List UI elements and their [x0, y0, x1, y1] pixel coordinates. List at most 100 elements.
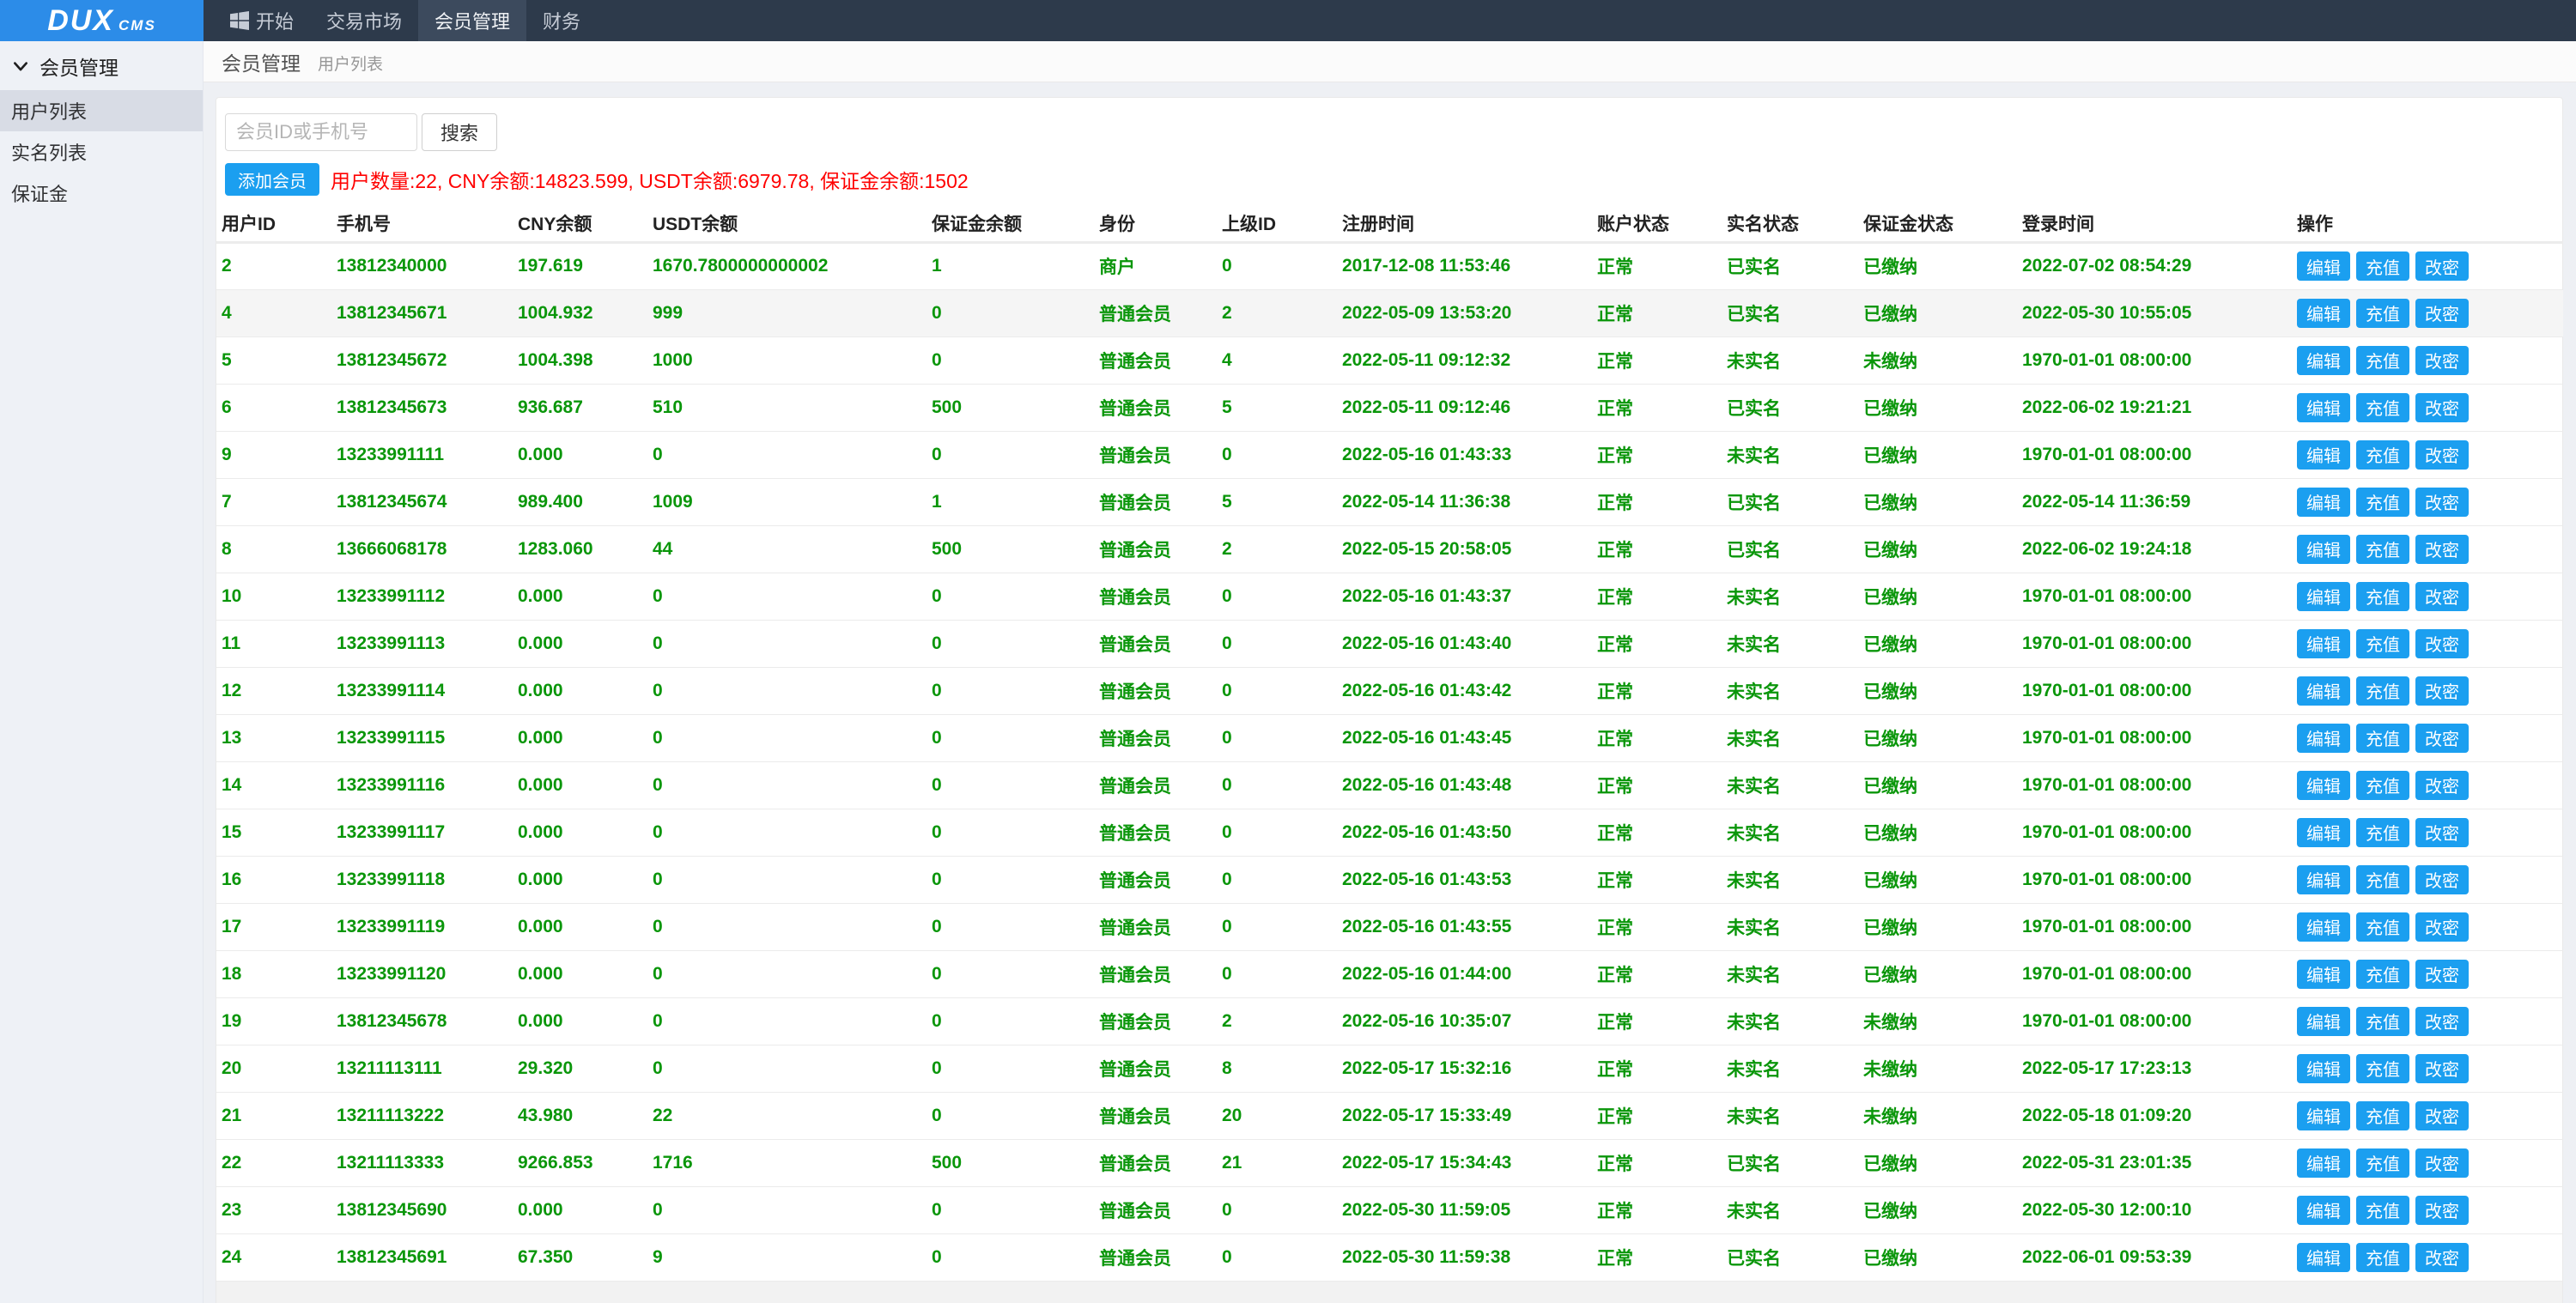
- change-password-button[interactable]: 改密: [2415, 1006, 2469, 1036]
- recharge-button[interactable]: 充值: [2356, 1148, 2409, 1178]
- cell-usdt: 999: [647, 289, 927, 337]
- edit-button[interactable]: 编辑: [2297, 252, 2350, 281]
- edit-button[interactable]: 编辑: [2297, 392, 2350, 422]
- change-password-button[interactable]: 改密: [2415, 1242, 2469, 1272]
- edit-button[interactable]: 编辑: [2297, 676, 2350, 706]
- sidebar-group-member-management[interactable]: 会员管理: [0, 41, 203, 90]
- recharge-button[interactable]: 充值: [2356, 1242, 2409, 1272]
- nav-item-finance[interactable]: 财务: [526, 0, 597, 41]
- recharge-button[interactable]: 充值: [2356, 534, 2409, 564]
- search-button[interactable]: 搜索: [422, 113, 498, 151]
- edit-button[interactable]: 编辑: [2297, 1053, 2350, 1083]
- cell-id: 6: [216, 384, 331, 432]
- edit-button[interactable]: 编辑: [2297, 487, 2350, 517]
- col-header-login-time: 登录时间: [2017, 206, 2292, 244]
- cell-dep_status: 已缴纳: [1858, 950, 2017, 998]
- edit-button[interactable]: 编辑: [2297, 817, 2350, 847]
- recharge-button[interactable]: 充值: [2356, 487, 2409, 517]
- table-row: 12 13233991114 0.000 0 0 普通会员 0 2022-05-16 01:4…: [216, 667, 2563, 715]
- nav-item-members[interactable]: 会员管理: [418, 0, 527, 41]
- table-row: 9 13233991111 0.000 0 0 普通会员 0 2022-05-16 01:43…: [216, 431, 2563, 479]
- col-header-account-status: 账户状态: [1592, 206, 1722, 244]
- recharge-button[interactable]: 充值: [2356, 1053, 2409, 1083]
- cell-parent: 0: [1217, 856, 1337, 904]
- edit-button[interactable]: 编辑: [2297, 581, 2350, 611]
- recharge-button[interactable]: 充值: [2356, 1006, 2409, 1036]
- cell-phone: 13812340000: [331, 242, 513, 290]
- recharge-button[interactable]: 充值: [2356, 864, 2409, 894]
- nav-item-start[interactable]: 开始: [214, 0, 310, 41]
- sidebar-item-realname-list[interactable]: 实名列表: [0, 131, 203, 173]
- cell-cny: 0.000: [513, 1186, 647, 1234]
- recharge-button[interactable]: 充值: [2356, 628, 2409, 658]
- recharge-button[interactable]: 充值: [2356, 770, 2409, 800]
- cell-reg: 2022-05-16 01:43:50: [1337, 809, 1592, 857]
- edit-button[interactable]: 编辑: [2297, 959, 2350, 989]
- recharge-button[interactable]: 充值: [2356, 1195, 2409, 1225]
- edit-button[interactable]: 编辑: [2297, 298, 2350, 328]
- change-password-button[interactable]: 改密: [2415, 864, 2469, 894]
- cell-reg: 2022-05-17 15:34:43: [1337, 1139, 1592, 1187]
- cell-role: 普通会员: [1094, 714, 1217, 762]
- cell-login: 1970-01-01 08:00:00: [2017, 903, 2292, 951]
- edit-button[interactable]: 编辑: [2297, 1148, 2350, 1178]
- recharge-button[interactable]: 充值: [2356, 581, 2409, 611]
- change-password-button[interactable]: 改密: [2415, 676, 2469, 706]
- sidebar-item-user-list[interactable]: 用户列表: [0, 90, 203, 131]
- recharge-button[interactable]: 充值: [2356, 1100, 2409, 1130]
- nav-item-market[interactable]: 交易市场: [310, 0, 418, 41]
- cell-login: 1970-01-01 08:00:00: [2017, 620, 2292, 668]
- change-password-button[interactable]: 改密: [2415, 1100, 2469, 1130]
- change-password-button[interactable]: 改密: [2415, 912, 2469, 942]
- recharge-button[interactable]: 充值: [2356, 723, 2409, 753]
- cell-phone: 13812345671: [331, 289, 513, 337]
- cell-dep_status: 已缴纳: [1858, 478, 2017, 526]
- recharge-button[interactable]: 充值: [2356, 252, 2409, 281]
- edit-button[interactable]: 编辑: [2297, 864, 2350, 894]
- edit-button[interactable]: 编辑: [2297, 723, 2350, 753]
- cell-role: 普通会员: [1094, 1139, 1217, 1187]
- change-password-button[interactable]: 改密: [2415, 1195, 2469, 1225]
- change-password-button[interactable]: 改密: [2415, 487, 2469, 517]
- change-password-button[interactable]: 改密: [2415, 252, 2469, 281]
- change-password-button[interactable]: 改密: [2415, 817, 2469, 847]
- change-password-button[interactable]: 改密: [2415, 1148, 2469, 1178]
- change-password-button[interactable]: 改密: [2415, 628, 2469, 658]
- edit-button[interactable]: 编辑: [2297, 439, 2350, 470]
- recharge-button[interactable]: 充值: [2356, 345, 2409, 375]
- recharge-button[interactable]: 充值: [2356, 912, 2409, 942]
- edit-button[interactable]: 编辑: [2297, 1242, 2350, 1272]
- change-password-button[interactable]: 改密: [2415, 959, 2469, 989]
- edit-button[interactable]: 编辑: [2297, 1195, 2350, 1225]
- add-member-button[interactable]: 添加会员: [225, 163, 319, 196]
- cell-cny: 197.619: [513, 242, 647, 290]
- change-password-button[interactable]: 改密: [2415, 439, 2469, 470]
- change-password-button[interactable]: 改密: [2415, 392, 2469, 422]
- search-input[interactable]: [225, 113, 417, 151]
- cell-real: 已实名: [1722, 242, 1858, 290]
- recharge-button[interactable]: 充值: [2356, 676, 2409, 706]
- recharge-button[interactable]: 充值: [2356, 298, 2409, 328]
- recharge-button[interactable]: 充值: [2356, 439, 2409, 470]
- change-password-button[interactable]: 改密: [2415, 534, 2469, 564]
- edit-button[interactable]: 编辑: [2297, 345, 2350, 375]
- cell-actions: 编辑 充值 改密: [2292, 809, 2563, 857]
- edit-button[interactable]: 编辑: [2297, 1006, 2350, 1036]
- change-password-button[interactable]: 改密: [2415, 298, 2469, 328]
- edit-button[interactable]: 编辑: [2297, 628, 2350, 658]
- change-password-button[interactable]: 改密: [2415, 345, 2469, 375]
- edit-button[interactable]: 编辑: [2297, 912, 2350, 942]
- cell-parent: 0: [1217, 667, 1337, 715]
- change-password-button[interactable]: 改密: [2415, 581, 2469, 611]
- sidebar-item-deposit[interactable]: 保证金: [0, 173, 203, 214]
- change-password-button[interactable]: 改密: [2415, 1053, 2469, 1083]
- recharge-button[interactable]: 充值: [2356, 392, 2409, 422]
- change-password-button[interactable]: 改密: [2415, 770, 2469, 800]
- edit-button[interactable]: 编辑: [2297, 534, 2350, 564]
- edit-button[interactable]: 编辑: [2297, 770, 2350, 800]
- recharge-button[interactable]: 充值: [2356, 817, 2409, 847]
- change-password-button[interactable]: 改密: [2415, 723, 2469, 753]
- cell-cny: 0.000: [513, 903, 647, 951]
- edit-button[interactable]: 编辑: [2297, 1100, 2350, 1130]
- recharge-button[interactable]: 充值: [2356, 959, 2409, 989]
